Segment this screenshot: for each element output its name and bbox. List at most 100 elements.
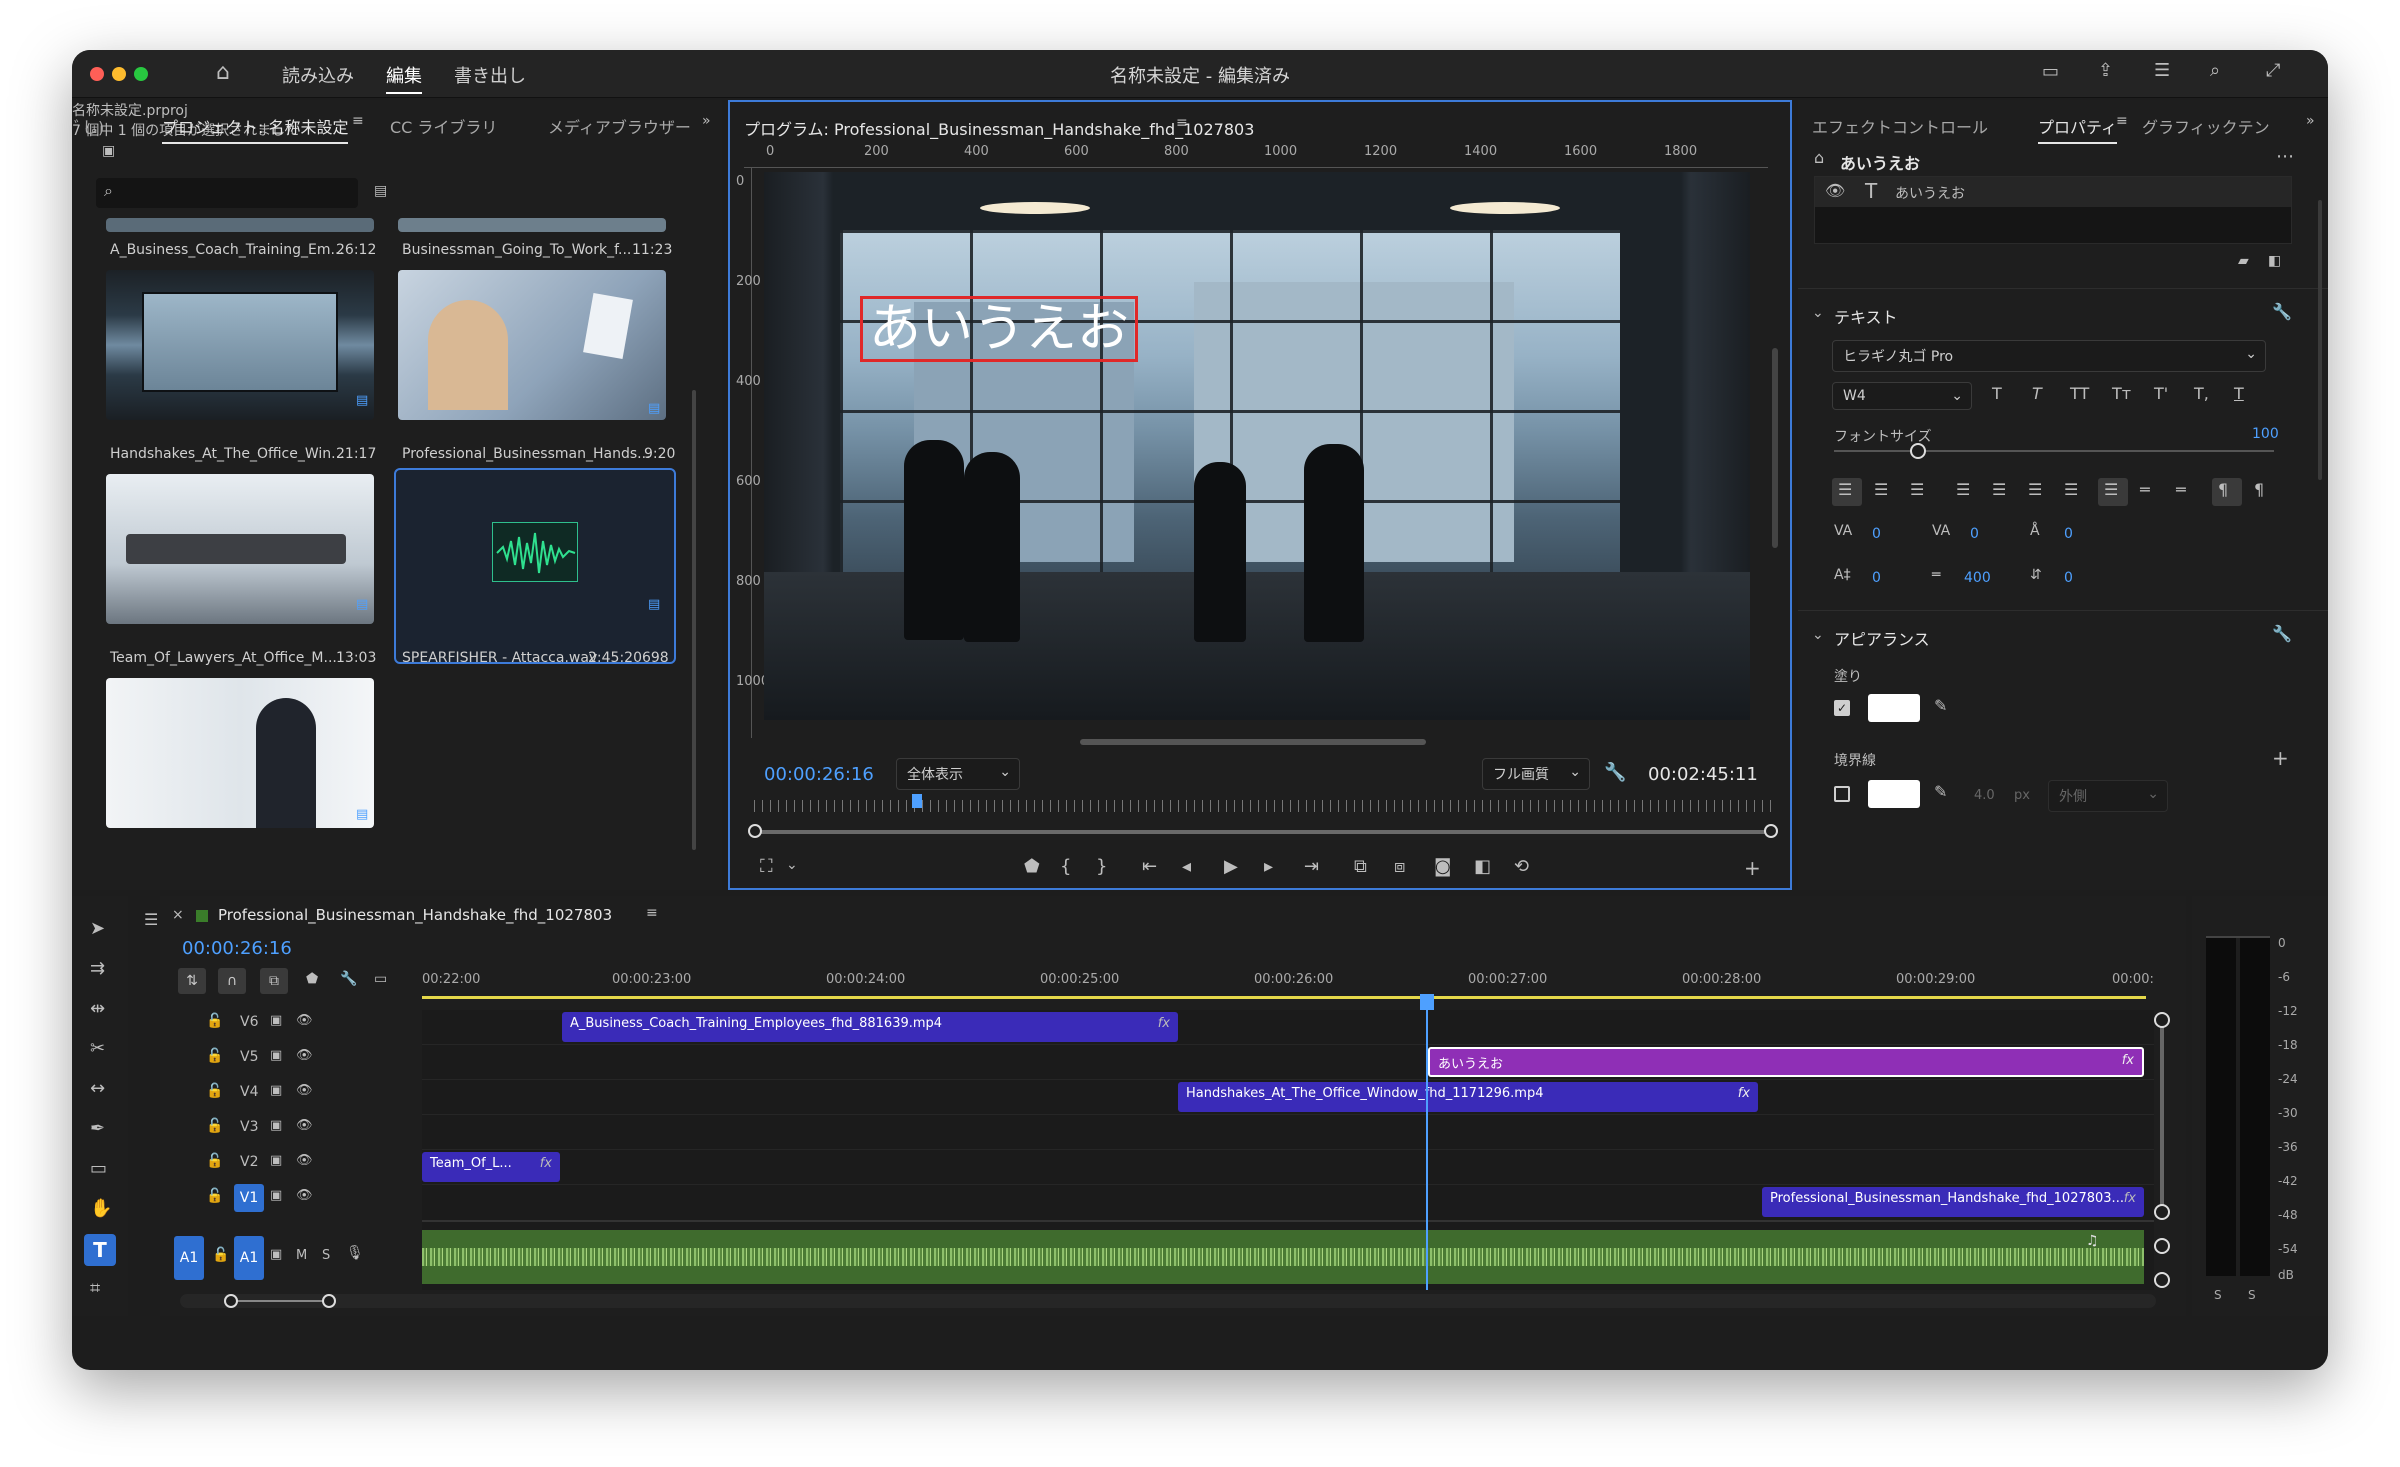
chevron-down-icon[interactable]: ⌄ (1812, 628, 1824, 642)
playhead-timecode[interactable]: 00:00:26:16 (764, 764, 874, 785)
faux-bold-button[interactable]: T (1992, 386, 2002, 402)
search-input[interactable]: ⌕ (96, 178, 358, 208)
stroke-checkbox[interactable] (1834, 786, 1850, 802)
fill-color-swatch[interactable] (1868, 694, 1920, 722)
clip-v6[interactable]: A_Business_Coach_Training_Employees_fhd_… (562, 1012, 1178, 1042)
timeline-ruler[interactable]: 00:22:00 00:00:23:00 00:00:24:00 00:00:2… (422, 968, 2156, 1002)
more-options-icon[interactable]: ⋯ (2276, 148, 2294, 166)
superscript-button[interactable]: T' (2154, 386, 2168, 402)
monitor-horizontal-scrollbar[interactable] (1080, 739, 1426, 745)
eye-icon[interactable]: 👁 (296, 1119, 313, 1132)
new-layer-group-icon[interactable]: ▰ (2238, 254, 2249, 268)
video-tracks-scrollbar[interactable] (2160, 1018, 2164, 1214)
snap-icon[interactable]: ∩ (218, 968, 246, 994)
font-size-value[interactable]: 100 (2252, 426, 2279, 442)
zoom-dropdown[interactable]: 全体表示 ⌄ (896, 758, 1020, 790)
eye-icon[interactable]: 👁 (296, 1154, 313, 1167)
track-label-v5[interactable]: V5 (240, 1049, 258, 1065)
new-layer-icon[interactable]: ◧ (2268, 254, 2281, 268)
scroll-handle[interactable] (2154, 1204, 2170, 1220)
microphone-icon[interactable]: 🎙 (346, 1246, 364, 1260)
close-tab-icon[interactable]: × (172, 908, 184, 922)
eye-icon[interactable]: 👁 (296, 1189, 313, 1202)
solo-button[interactable]: S (322, 1248, 330, 1263)
timeline-playhead-line[interactable] (1426, 1010, 1428, 1290)
project-scrollbar[interactable] (692, 390, 696, 850)
comparison-view-icon[interactable]: ◧ (1474, 858, 1491, 876)
slip-tool-icon[interactable]: ↔ (90, 1080, 105, 1098)
panel-layout-icon[interactable]: ▭ (2042, 63, 2059, 81)
zoom-bar-left-handle[interactable] (748, 824, 762, 838)
step-forward-icon[interactable]: ▸ (1264, 858, 1273, 876)
tab-effect-controls[interactable]: エフェクトコントロール (1812, 114, 1988, 138)
export-frame-icon[interactable]: ◙ (1434, 858, 1451, 876)
sync-lock-icon[interactable]: ▣ (270, 1084, 282, 1097)
audio-item-selected[interactable] (394, 468, 676, 664)
track-label-v1[interactable]: V1 (234, 1184, 264, 1212)
clip-v5-title[interactable]: あいうえお fx (1428, 1047, 2144, 1077)
align-middle-icon[interactable]: ═ (2140, 482, 2150, 498)
baseline-shift-value[interactable]: 0 (1872, 570, 1881, 586)
subscript-button[interactable]: T, (2194, 386, 2209, 402)
wrench-icon[interactable]: 🔧 (2272, 626, 2292, 642)
track-label-v4[interactable]: V4 (240, 1084, 258, 1100)
eye-icon[interactable]: 👁 (296, 1084, 313, 1097)
add-button-icon[interactable]: + (1744, 858, 1761, 878)
track-area[interactable]: A_Business_Coach_Training_Employees_fhd_… (422, 1010, 2154, 1290)
panel-menu-icon[interactable]: ≡ (646, 906, 658, 920)
timeline-horizontal-scrollbar[interactable] (180, 1294, 2156, 1308)
spacing-value[interactable]: 0 (2064, 570, 2073, 586)
all-caps-button[interactable]: TT (2070, 386, 2089, 402)
track-label-a1[interactable]: A1 (234, 1236, 264, 1280)
tab-project[interactable]: プロジェクト: 名称未設定 (162, 114, 349, 144)
sync-lock-icon[interactable]: ▣ (270, 1119, 282, 1132)
lift-icon[interactable]: ⧉ (1354, 858, 1367, 876)
layer-row[interactable]: 👁 T あいうえお (1815, 177, 2291, 207)
track-label-v6[interactable]: V6 (240, 1014, 258, 1030)
thumbnail-professional-businessman[interactable] (398, 270, 666, 420)
track-label-v2[interactable]: V2 (240, 1154, 258, 1170)
tab-properties[interactable]: プロパティ (2038, 114, 2118, 144)
eye-icon[interactable]: 👁 (296, 1014, 313, 1027)
lock-icon[interactable]: 🔓 (206, 1049, 223, 1063)
more-tabs-icon[interactable]: » (702, 114, 711, 128)
zoom-right-handle[interactable] (322, 1294, 336, 1308)
share-icon[interactable]: ⇪ (2098, 62, 2113, 80)
safe-margins-icon[interactable]: ⛶ (760, 858, 773, 876)
scroll-handle[interactable] (2154, 1272, 2170, 1288)
thumbnail-partial[interactable] (398, 218, 666, 232)
sync-lock-icon[interactable]: ▣ (270, 1014, 282, 1027)
track-select-tool-icon[interactable]: ⇉ (90, 960, 105, 978)
sync-lock-icon[interactable]: ▣ (270, 1189, 282, 1202)
justify-right-icon[interactable]: ☰ (2028, 482, 2042, 498)
underline-button[interactable]: T (2234, 386, 2244, 402)
pen-tool-icon[interactable]: ✒ (90, 1120, 105, 1138)
workspaces-icon[interactable]: ☰ (2154, 62, 2170, 80)
faux-italic-button[interactable]: T (2032, 386, 2042, 402)
sequence-tab[interactable]: Professional_Businessman_Handshake_fhd_1… (218, 906, 612, 924)
wrench-icon[interactable]: 🔧 (1604, 764, 1626, 782)
ripple-edit-tool-icon[interactable]: ⇹ (90, 1000, 105, 1018)
mark-in-icon[interactable]: { (1060, 858, 1071, 876)
tracking-value[interactable]: 0 (1970, 526, 1979, 542)
lock-icon[interactable]: 🔓 (206, 1014, 223, 1028)
scroll-handle[interactable] (2154, 1238, 2170, 1254)
panel-menu-icon[interactable]: ≡ (352, 114, 364, 128)
small-caps-button[interactable]: Tт (2112, 386, 2131, 402)
eye-icon[interactable]: 👁 (296, 1049, 313, 1062)
justify-left-icon[interactable]: ☰ (1956, 482, 1970, 498)
clip-v1[interactable]: Professional_Businessman_Handshake_fhd_1… (1762, 1187, 2144, 1217)
search-help-icon[interactable]: ⌕ (2210, 62, 2220, 80)
program-video-frame[interactable]: あいうえお (764, 172, 1750, 720)
monitor-zoom-bar[interactable] (754, 830, 1774, 834)
justify-all-icon[interactable]: ☰ (2064, 482, 2078, 498)
vertical-type-tool-icon[interactable]: ⌗ (90, 1280, 100, 1298)
lock-icon[interactable]: 🔓 (206, 1154, 223, 1168)
wrench-icon[interactable]: 🔧 (340, 972, 357, 986)
linked-selection-icon[interactable]: ⧉ (260, 968, 288, 994)
go-to-in-icon[interactable]: ⇤ (1142, 858, 1157, 876)
type-tool-icon[interactable]: T (84, 1234, 116, 1266)
wrench-icon[interactable]: 🔧 (2272, 304, 2292, 320)
thumbnail-partial[interactable] (106, 218, 374, 232)
mark-out-icon[interactable]: } (1096, 858, 1107, 876)
